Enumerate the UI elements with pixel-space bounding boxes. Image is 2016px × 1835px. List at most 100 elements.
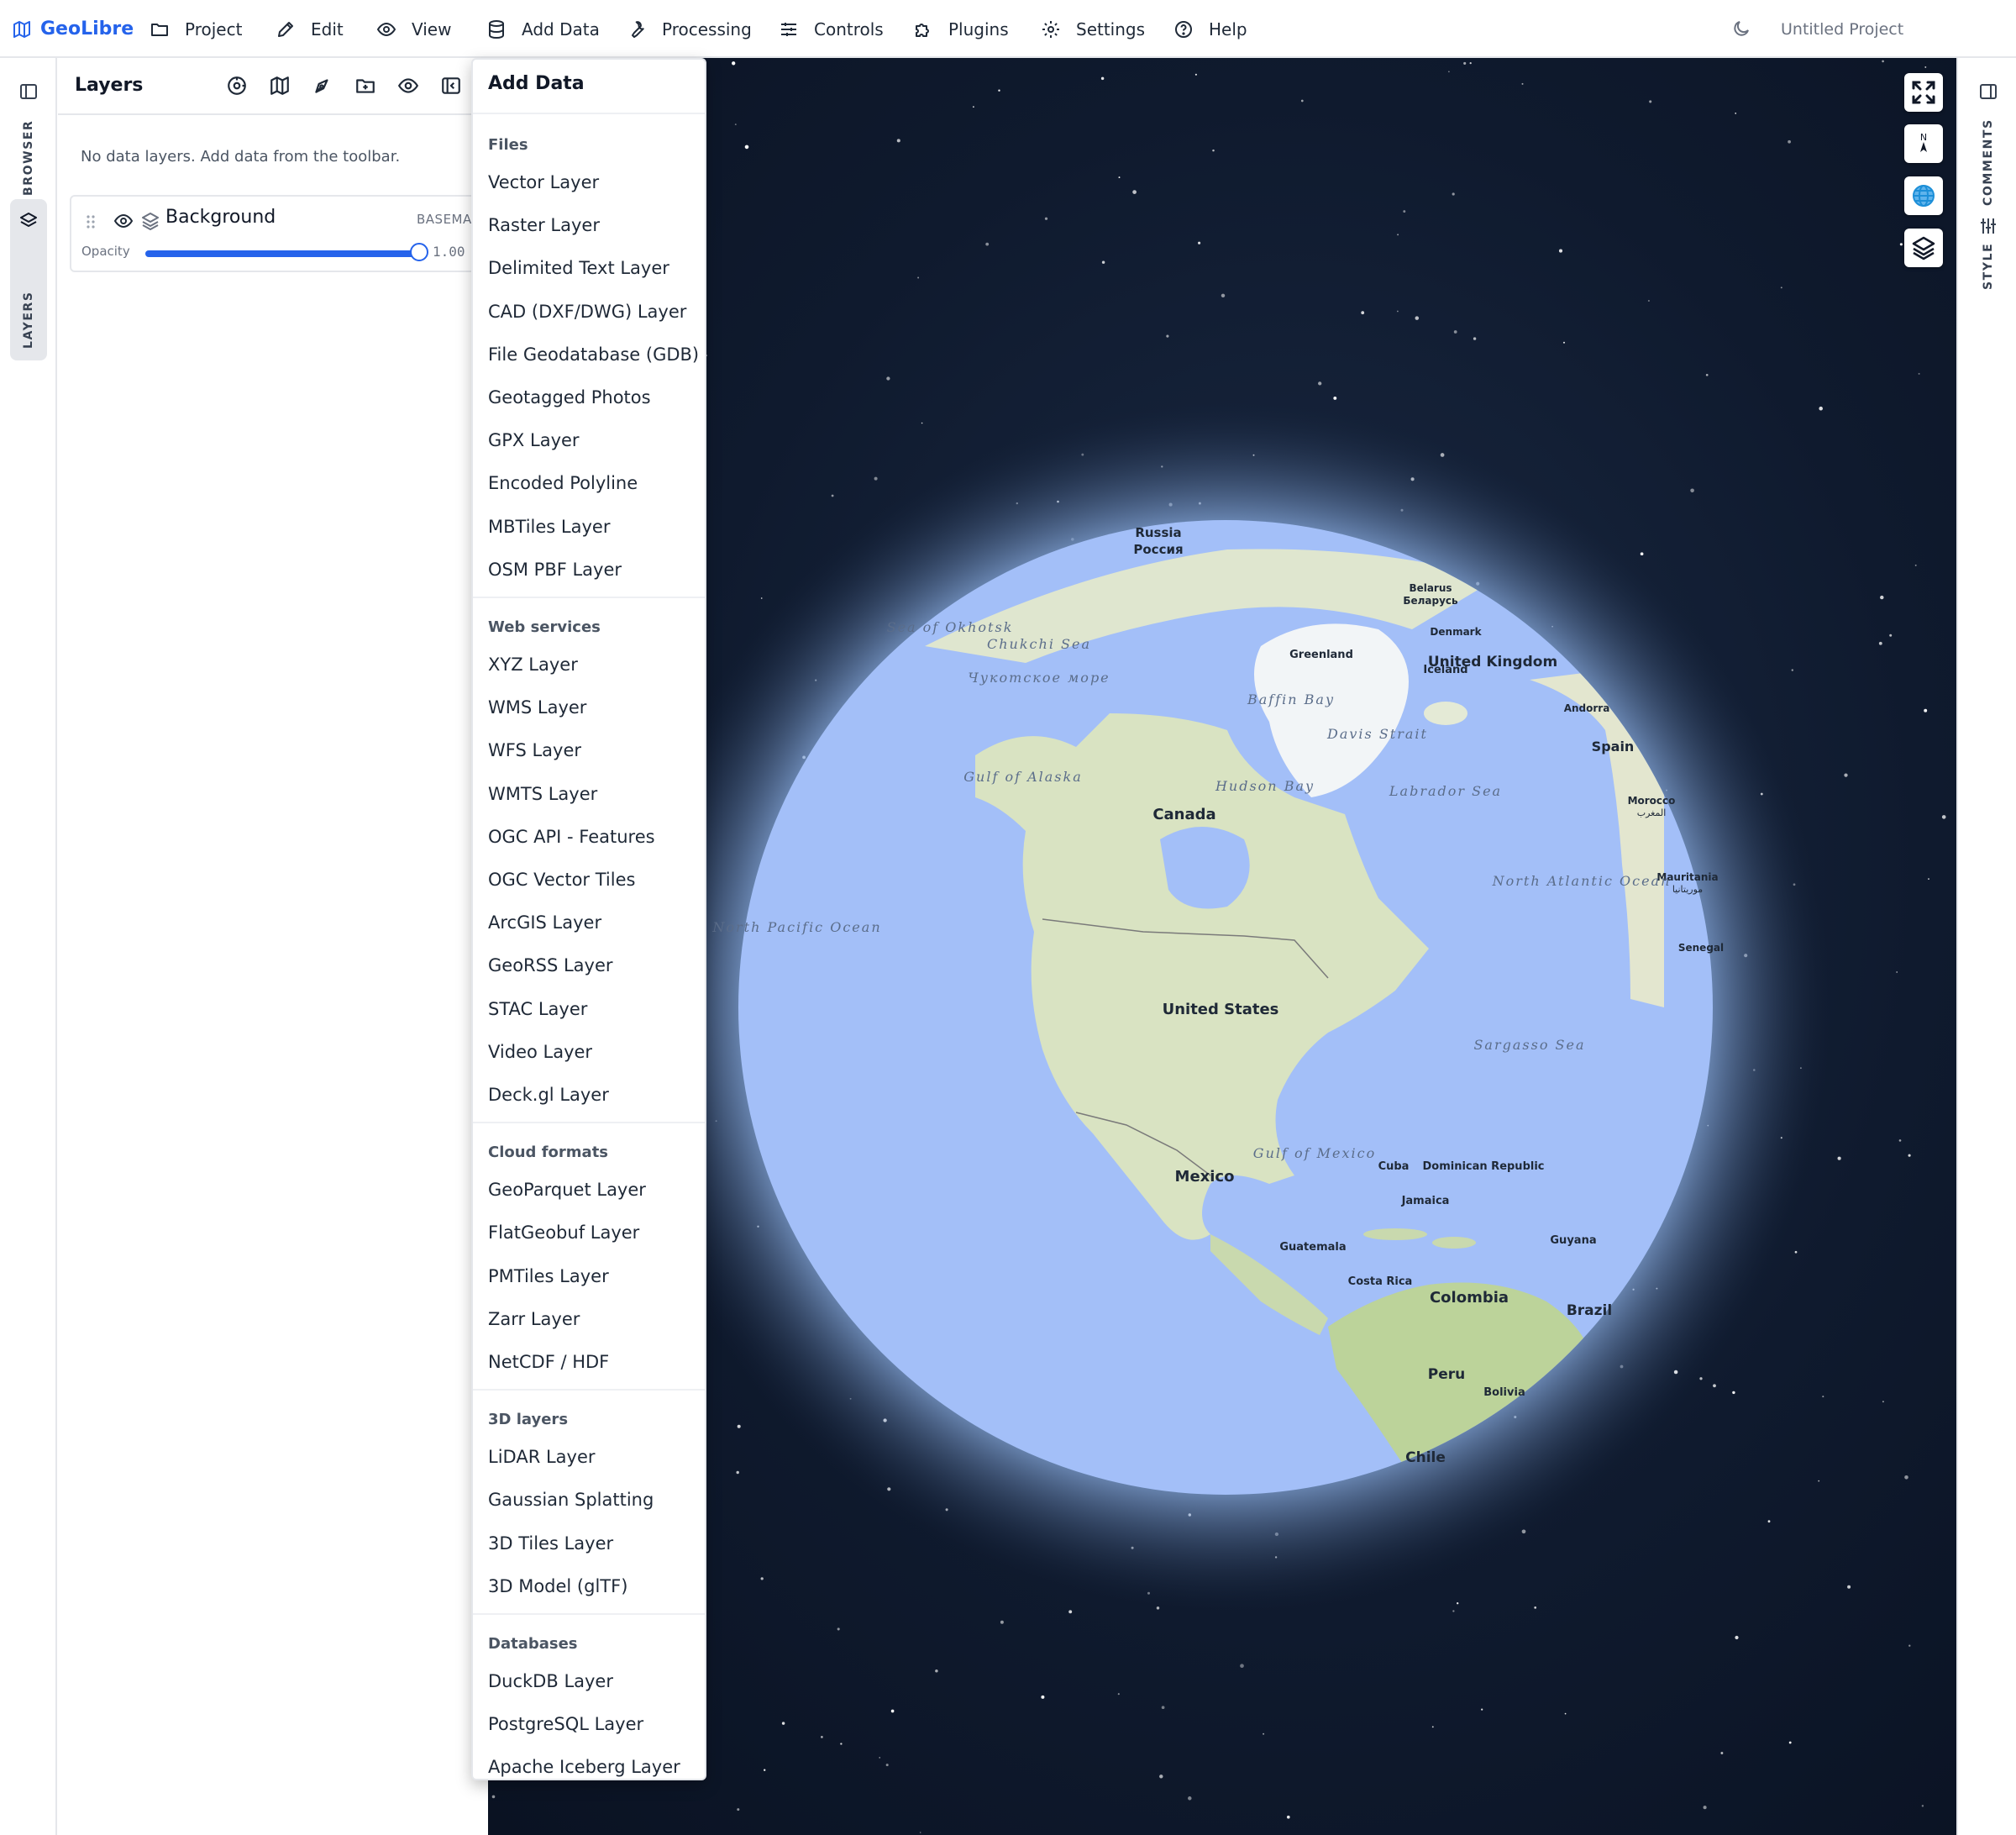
basemap-layers-button[interactable] xyxy=(1904,229,1943,267)
layers-icon xyxy=(142,213,159,230)
tab-style[interactable]: STYLE xyxy=(1970,213,2007,347)
map-icon[interactable] xyxy=(269,75,291,97)
menu-plugins[interactable]: Plugins xyxy=(913,0,1009,58)
visibility-eye-icon[interactable] xyxy=(113,211,134,231)
fullscreen-icon xyxy=(1912,81,1935,104)
menu-item-3d-tiles-layer[interactable]: 3D Tiles Layer xyxy=(488,1533,613,1554)
star xyxy=(1914,564,1917,566)
menu-controls[interactable]: Controls xyxy=(779,0,884,58)
sliders-icon xyxy=(1981,218,1996,234)
menu-item-ogc-api-features[interactable]: OGC API - Features xyxy=(488,827,655,847)
layers-icon xyxy=(1912,236,1935,260)
menu-item-xyz-layer[interactable]: XYZ Layer xyxy=(488,655,578,675)
compass-button[interactable]: N xyxy=(1904,124,1943,163)
project-name[interactable]: Untitled Project xyxy=(1781,0,1903,58)
moon-icon[interactable] xyxy=(1731,18,1751,39)
menu-item-deck-gl-layer[interactable]: Deck.gl Layer xyxy=(488,1085,609,1105)
menu-item-zarr-layer[interactable]: Zarr Layer xyxy=(488,1309,580,1329)
star xyxy=(1558,249,1563,253)
drag-handle-icon[interactable] xyxy=(85,213,97,230)
star xyxy=(1117,1693,1120,1696)
star xyxy=(737,1424,741,1428)
menu-item-ogc-vector-tiles[interactable]: OGC Vector Tiles xyxy=(488,870,635,890)
menu-help[interactable]: Help xyxy=(1173,0,1247,58)
menu-view-label: View xyxy=(412,18,452,39)
star xyxy=(1118,176,1121,179)
wrench-icon xyxy=(632,20,644,38)
map-view[interactable]: Russia Россия Belarus Беларусь Denmark G… xyxy=(488,58,1956,1835)
star xyxy=(1453,330,1457,334)
star xyxy=(1166,334,1169,338)
menu-edit[interactable]: Edit xyxy=(276,0,344,58)
menu-item-stac-layer[interactable]: STAC Layer xyxy=(488,999,587,1019)
menu-processing[interactable]: Processing xyxy=(627,0,752,58)
globe-icon xyxy=(1913,185,1935,207)
menu-item-3d-model-gltf[interactable]: 3D Model (glTF) xyxy=(488,1576,627,1596)
menu-item-wmts-layer[interactable]: WMTS Layer xyxy=(488,784,597,804)
opacity-slider[interactable] xyxy=(145,243,428,261)
menu-item-geotagged-photos[interactable]: Geotagged Photos xyxy=(488,387,651,407)
eye-icon[interactable] xyxy=(397,75,419,97)
fullscreen-button[interactable] xyxy=(1904,73,1943,112)
layer-item-background[interactable]: Background BASEMAP Opacity 1.00 xyxy=(70,195,507,272)
menu-item-flatgeobuf-layer[interactable]: FlatGeobuf Layer xyxy=(488,1222,639,1243)
menu-item-vector-layer[interactable]: Vector Layer xyxy=(488,172,599,192)
compass-label: N xyxy=(1920,132,1927,143)
menu-item-mbtiles-layer[interactable]: MBTiles Layer xyxy=(488,517,610,537)
menu-item-duckdb-layer[interactable]: DuckDB Layer xyxy=(488,1671,613,1691)
menu-project[interactable]: Project xyxy=(150,0,242,58)
menu-separator xyxy=(473,1122,705,1124)
star xyxy=(1720,1752,1724,1754)
menu-item-lidar-layer[interactable]: LiDAR Layer xyxy=(488,1447,596,1467)
menu-item-delimited-text-layer[interactable]: Delimited Text Layer xyxy=(488,258,669,278)
label-chukchi-native: Чукотское море xyxy=(968,670,1110,686)
menu-settings-label: Settings xyxy=(1076,18,1146,39)
star xyxy=(1649,100,1652,103)
menu-item-encoded-polyline[interactable]: Encoded Polyline xyxy=(488,473,638,493)
menu-item-apache-iceberg-layer[interactable]: Apache Iceberg Layer xyxy=(488,1757,680,1777)
menu-item-geoparquet-layer[interactable]: GeoParquet Layer xyxy=(488,1180,646,1200)
menu-item-gaussian-splatting[interactable]: Gaussian Splatting xyxy=(488,1490,654,1510)
label-russia: Russia xyxy=(1135,525,1181,540)
star xyxy=(1473,337,1477,340)
puzzle-icon xyxy=(916,23,929,37)
menu-item-cad-dxf-dwg-layer[interactable]: CAD (DXF/DWG) Layer xyxy=(488,302,686,322)
menu-item-raster-layer[interactable]: Raster Layer xyxy=(488,215,600,235)
menu-settings[interactable]: Settings xyxy=(1041,0,1145,58)
star xyxy=(1794,1250,1798,1254)
opacity-slider-thumb[interactable] xyxy=(410,243,428,261)
pencil-icon xyxy=(278,21,293,37)
tab-layers[interactable]: LAYERS xyxy=(10,199,47,360)
menu-item-pmtiles-layer[interactable]: PMTiles Layer xyxy=(488,1266,609,1286)
menu-item-wms-layer[interactable]: WMS Layer xyxy=(488,697,586,718)
right-rail: COMMENTS STYLE xyxy=(1956,58,2016,1835)
menu-item-video-layer[interactable]: Video Layer xyxy=(488,1042,592,1062)
menu-section-heading: Web services xyxy=(488,618,601,636)
globe-map[interactable]: Russia Россия Belarus Беларусь Denmark G… xyxy=(488,58,1956,1835)
menu-item-netcdf-hdf[interactable]: NetCDF / HDF xyxy=(488,1352,609,1372)
collapse-panel-icon[interactable] xyxy=(440,75,462,97)
app-logo[interactable]: GeoLibre xyxy=(12,0,134,58)
star xyxy=(998,89,1000,92)
draw-icon[interactable] xyxy=(312,75,333,97)
menu-item-arcgis-layer[interactable]: ArcGIS Layer xyxy=(488,912,601,933)
globe-toggle-button[interactable] xyxy=(1904,176,1943,215)
star xyxy=(985,242,990,246)
menu-item-osm-pbf-layer[interactable]: OSM PBF Layer xyxy=(488,560,622,580)
star xyxy=(1882,60,1884,63)
menu-item-gpx-layer[interactable]: GPX Layer xyxy=(488,430,580,450)
menu-item-georss-layer[interactable]: GeoRSS Layer xyxy=(488,955,613,975)
menu-add-data[interactable]: Add Data xyxy=(486,0,600,58)
new-group-icon[interactable] xyxy=(354,75,376,97)
add-layer-icon[interactable] xyxy=(226,75,248,97)
menu-item-wfs-layer[interactable]: WFS Layer xyxy=(488,740,581,760)
star xyxy=(760,1577,764,1580)
menu-view[interactable]: View xyxy=(376,0,451,58)
menu-item-postgresql-layer[interactable]: PostgreSQL Layer xyxy=(488,1714,643,1734)
label-costa-rica: Costa Rica xyxy=(1348,1275,1413,1288)
menu-item-file-geodatabase-gdb[interactable]: File Geodatabase (GDB) xyxy=(488,344,699,365)
star xyxy=(1924,708,1928,712)
layers-panel-header: Layers xyxy=(58,58,488,115)
tab-comments[interactable]: COMMENTS xyxy=(1970,75,2007,209)
menu-bar: GeoLibre Project Edit View Add Data Proc… xyxy=(0,0,2016,58)
